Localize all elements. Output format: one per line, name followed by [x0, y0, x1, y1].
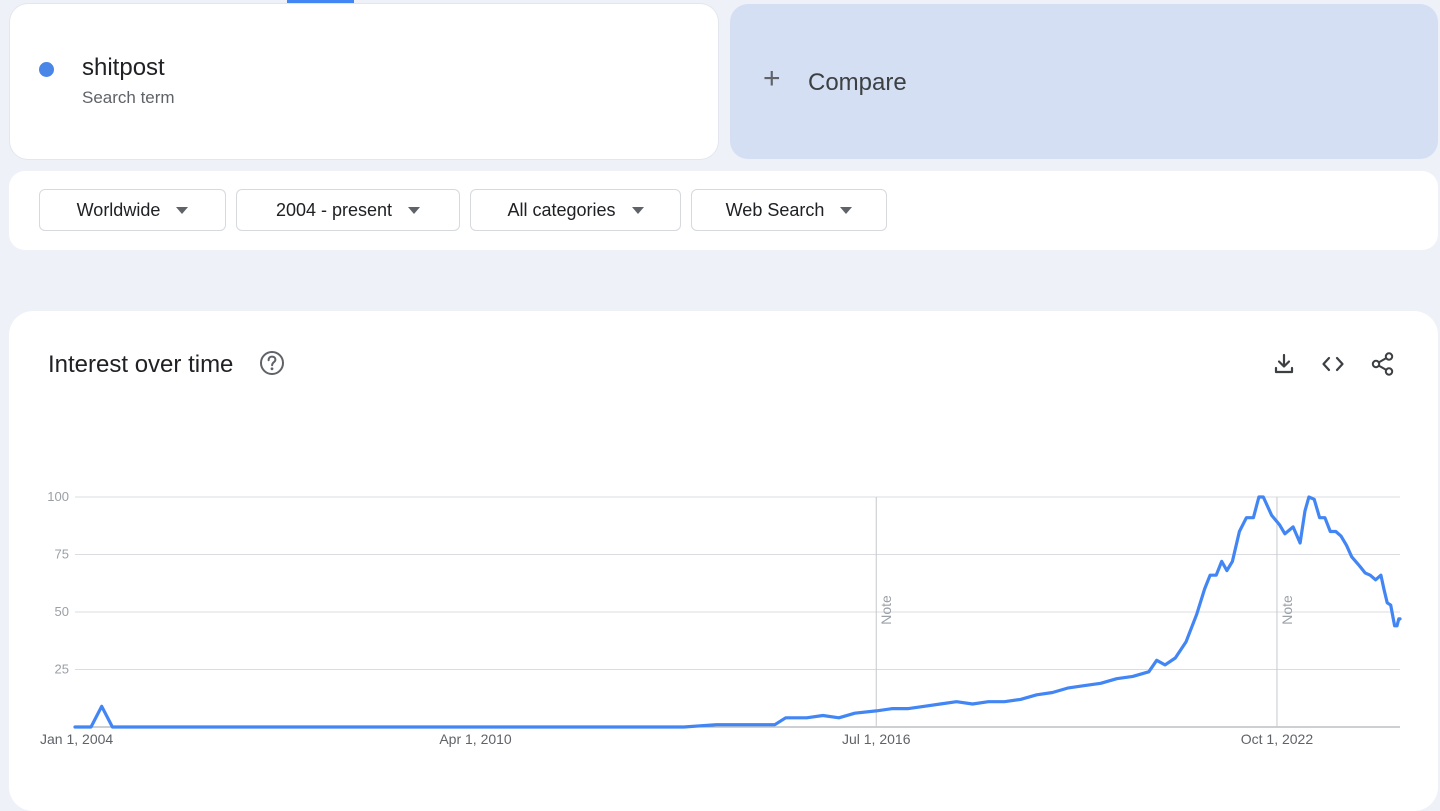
filter-time-range-label: 2004 - present — [275, 199, 393, 220]
filter-bar: Worldwide 2004 - present All categories … — [9, 171, 1438, 250]
chevron-down-icon — [840, 206, 853, 214]
filter-search-type-label: Web Search — [725, 199, 825, 220]
note-label: Note — [1279, 595, 1295, 625]
y-tick-label: 75 — [55, 547, 69, 562]
interest-over-time-chart: 25 50 75 100 Note Note Jan 1, 2004 Apr 1, 2010 J… — [40, 489, 1402, 747]
x-tick-label: Jan 1, 2004 — [40, 731, 113, 747]
chevron-down-icon — [408, 206, 421, 214]
x-tick-label: Apr 1, 2010 — [439, 731, 512, 747]
y-tick-label: 25 — [55, 662, 69, 677]
search-term-card[interactable]: shitpost Search term — [10, 4, 718, 159]
search-term-subtitle: Search term — [82, 88, 175, 107]
search-term-name[interactable]: shitpost — [82, 54, 165, 82]
note-label: Note — [878, 595, 894, 625]
compare-button[interactable]: + Compare — [730, 4, 1438, 159]
y-tick-label: 50 — [55, 604, 69, 619]
series-color-dot — [39, 62, 54, 77]
filter-region-label: Worldwide — [76, 199, 161, 220]
interest-over-time-card: Interest over time 25 50 75 100 Note Note Jan … — [9, 311, 1438, 811]
filter-search-type[interactable]: Web Search — [691, 189, 887, 231]
filter-time-range[interactable]: 2004 - present — [236, 189, 460, 231]
active-tab-indicator — [287, 0, 354, 3]
filter-region[interactable]: Worldwide — [39, 189, 226, 231]
compare-label: Compare — [808, 69, 907, 96]
filter-category[interactable]: All categories — [470, 189, 681, 231]
y-tick-label: 100 — [47, 489, 69, 504]
x-tick-label: Jul 1, 2016 — [842, 731, 911, 747]
x-tick-label: Oct 1, 2022 — [1241, 731, 1314, 747]
plus-icon: + — [763, 62, 781, 95]
filter-category-label: All categories — [507, 199, 616, 220]
chevron-down-icon — [631, 206, 644, 214]
chevron-down-icon — [176, 206, 189, 214]
